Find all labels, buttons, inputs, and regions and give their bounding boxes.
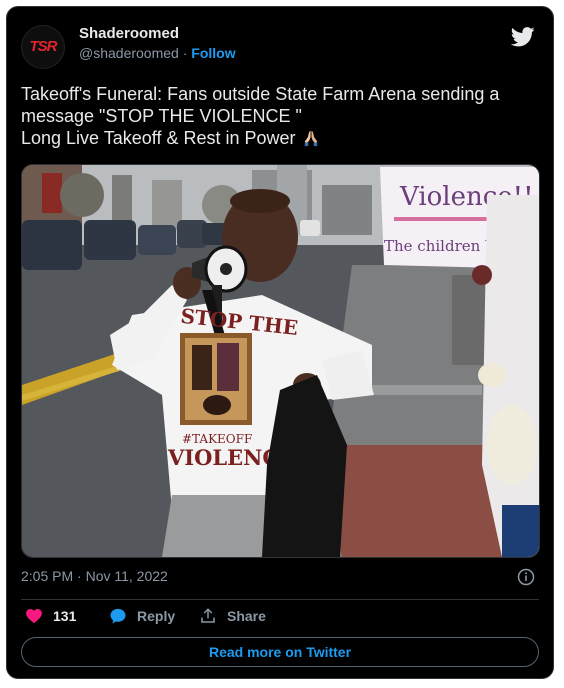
divider	[21, 599, 539, 600]
tweet-body: Takeoff's Funeral: Fans outside State Fa…	[21, 84, 500, 148]
like-count: 131	[53, 608, 77, 624]
account-name[interactable]: Shaderoomed	[79, 25, 179, 42]
timestamp-row: 2:05 PM · Nov 11, 2022	[21, 568, 539, 588]
street-photo: Violence!! The children Wann Live	[22, 165, 539, 557]
tweet-header: TSR Shaderoomed @shaderoomed · Follow	[21, 21, 539, 69]
tweet-photo[interactable]: Violence!! The children Wann Live	[21, 164, 540, 558]
tweet-text: Takeoff's Funeral: Fans outside State Fa…	[21, 83, 541, 149]
share-icon	[201, 608, 215, 623]
shirt-text-tag: #TAKEOFF	[182, 432, 252, 446]
share-label: Share	[227, 608, 266, 624]
info-icon[interactable]	[517, 568, 535, 586]
timestamp[interactable]: 2:05 PM · Nov 11, 2022	[21, 568, 168, 584]
tweet-card: TSR Shaderoomed @shaderoomed · Follow Ta…	[6, 6, 554, 679]
speech-bubble-icon	[110, 608, 126, 624]
share-button[interactable]: Share	[199, 607, 266, 625]
twitter-bird-icon[interactable]	[511, 27, 535, 47]
separator-dot: ·	[182, 45, 188, 61]
folded-hands-emoji	[304, 130, 317, 147]
account-handle[interactable]: @shaderoomed	[79, 45, 179, 61]
reply-button[interactable]: Reply	[109, 607, 175, 625]
action-bar: 131 Reply Share	[21, 603, 539, 631]
read-more-button[interactable]: Read more on Twitter	[21, 637, 539, 667]
like-button[interactable]: 131	[25, 607, 76, 625]
avatar-logo: TSR	[29, 38, 58, 55]
handle-row: @shaderoomed · Follow	[79, 45, 236, 61]
avatar[interactable]: TSR	[21, 25, 65, 69]
follow-button[interactable]: Follow	[191, 45, 235, 61]
heart-icon	[26, 608, 42, 624]
reply-label: Reply	[137, 608, 176, 624]
